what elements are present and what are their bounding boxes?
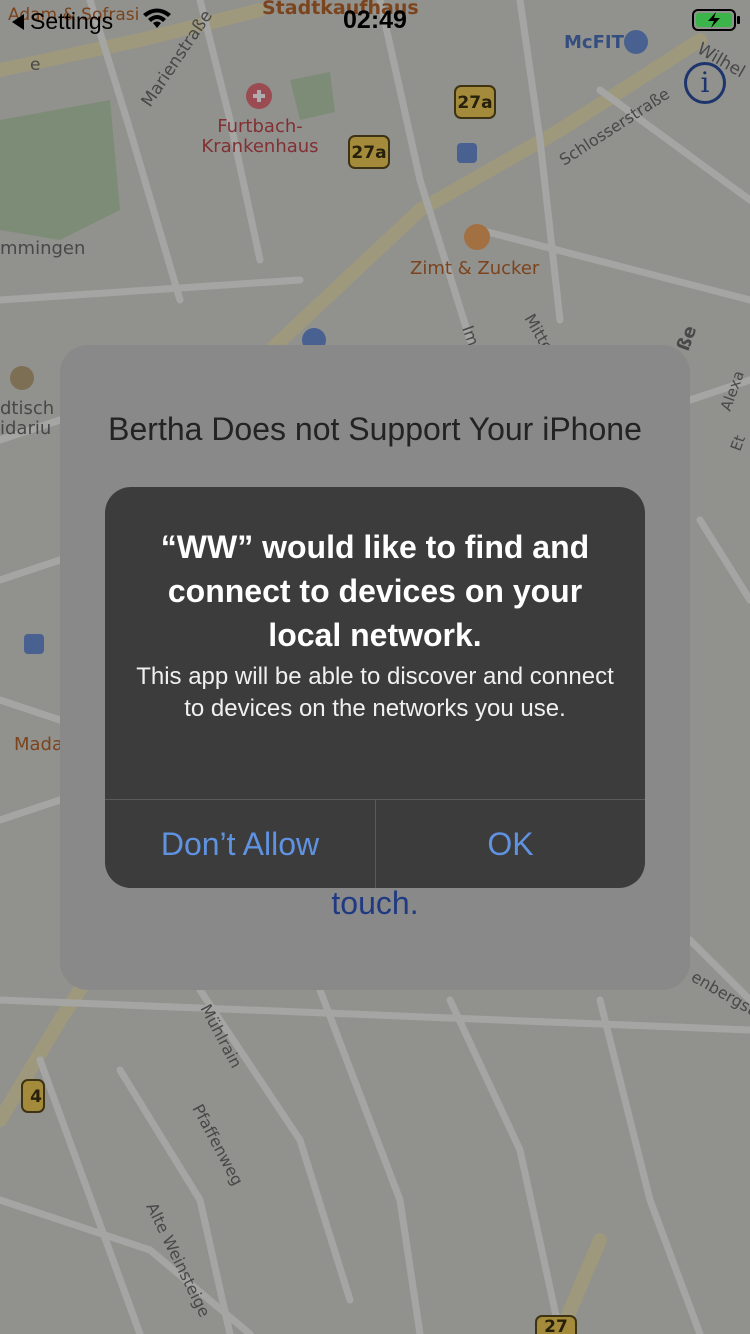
- battery-charging-icon: [692, 9, 740, 31]
- local-network-permission-alert: “WW” would like to find and connect to d…: [105, 487, 645, 888]
- app-alert-text: touch.: [331, 885, 419, 921]
- ok-button[interactable]: OK: [376, 800, 645, 888]
- status-time: 02:49: [343, 6, 407, 34]
- alert-title: “WW” would like to find and connect to d…: [160, 529, 590, 653]
- app-alert-title: Bertha Does not Support Your iPhone: [108, 411, 642, 447]
- alert-message: This app will be able to discover and co…: [136, 663, 614, 722]
- status-bar: Settings 02:49: [0, 0, 750, 40]
- dont-allow-button[interactable]: Don’t Allow: [105, 800, 375, 888]
